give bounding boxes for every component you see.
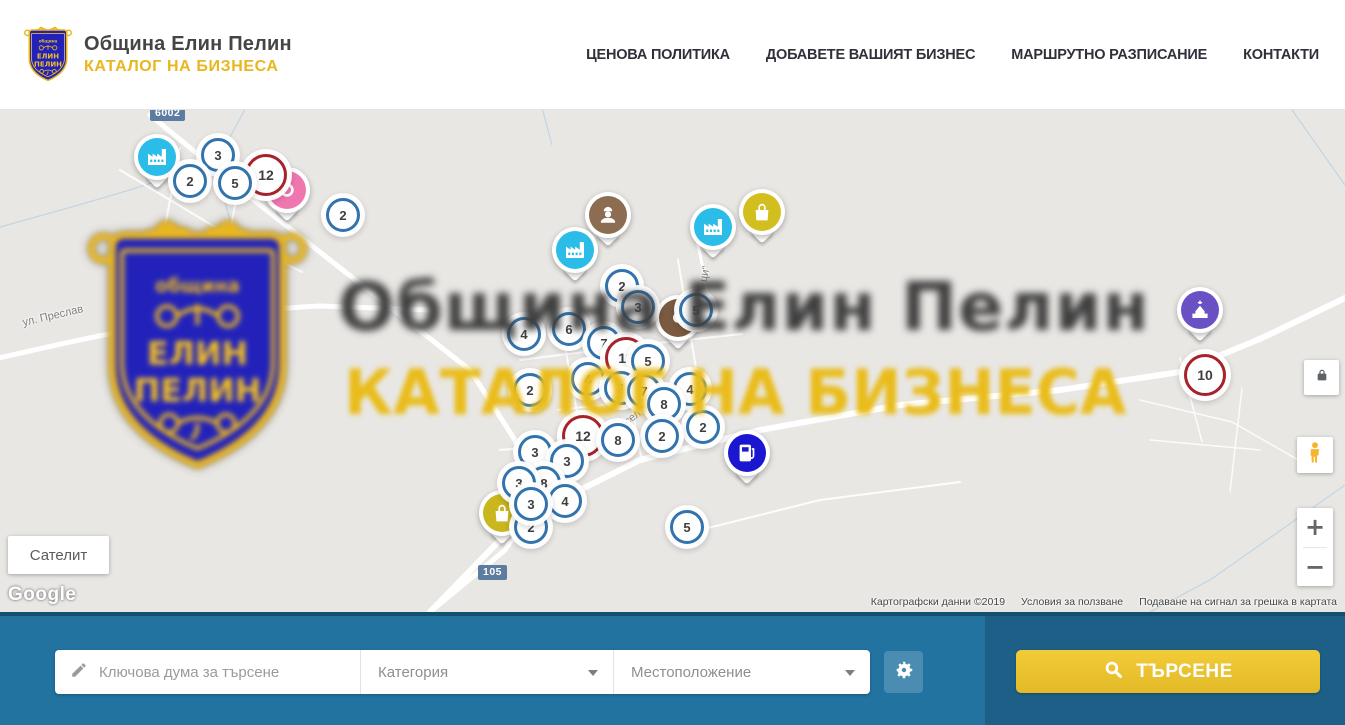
site-title: Община Елин Пелин (84, 33, 292, 56)
search-button[interactable]: ТЪРСЕНЕ (1016, 650, 1320, 693)
church-icon (1181, 291, 1219, 329)
location-dropdown[interactable]: Местоположение (614, 650, 870, 694)
attribution-data: Картографски данни ©2019 (871, 596, 1005, 608)
street-view-pegman-button[interactable] (1297, 437, 1333, 473)
cluster-marker[interactable]: 5 (631, 344, 665, 378)
cluster-marker[interactable]: 4 (507, 317, 541, 351)
svg-text:ЕЛИН: ЕЛИН (37, 52, 59, 60)
nav-pricing[interactable]: ЦЕНОВА ПОЛИТИКА (586, 47, 730, 63)
chevron-down-icon (588, 670, 598, 676)
location-label: Местоположение (631, 664, 751, 681)
chevron-down-icon (845, 670, 855, 676)
factory-icon (694, 208, 732, 246)
factory-pin[interactable] (552, 227, 598, 273)
bag-pin[interactable] (739, 189, 785, 235)
pencil-icon (70, 661, 88, 684)
cluster-marker[interactable]: 8 (601, 423, 635, 457)
page: община ЕЛИН ПЕЛИН Община Елин Пелин КАТА… (0, 0, 1345, 725)
nav-add-business[interactable]: ДОБАВЕТЕ ВАШИЯТ БИЗНЕС (766, 47, 975, 63)
attribution-terms-link[interactable]: Условия за ползване (1021, 596, 1123, 608)
zoom-in-button[interactable]: + (1297, 508, 1333, 547)
cluster-marker[interactable]: 12 (245, 154, 287, 196)
factory-pin[interactable] (134, 134, 180, 180)
zoom-out-button[interactable]: − (1297, 548, 1333, 587)
cluster-marker[interactable]: 2 (645, 419, 679, 453)
nav-contacts[interactable]: КОНТАКТИ (1243, 47, 1319, 63)
cluster-marker[interactable]: 6 (552, 312, 586, 346)
cluster-marker[interactable]: 10 (1184, 354, 1226, 396)
street-name-label: ци“ (698, 265, 713, 283)
header: община ЕЛИН ПЕЛИН Община Елин Пелин КАТА… (0, 0, 1345, 110)
cluster-marker[interactable]: 3 (621, 290, 655, 324)
cluster-marker[interactable]: 4 (571, 362, 605, 396)
category-label: Категория (378, 664, 448, 681)
search-button-label: ТЪРСЕНЕ (1136, 661, 1233, 683)
google-map[interactable]: 6002105ул. Преславбул. „Новоселци“312252… (0, 110, 1345, 612)
pegman-icon (1302, 440, 1328, 471)
category-dropdown[interactable]: Категория (361, 650, 613, 694)
cluster-marker[interactable]: 5 (679, 293, 713, 327)
main-nav: ЦЕНОВА ПОЛИТИКА ДОБАВЕТЕ ВАШИЯТ БИЗНЕС М… (586, 47, 1319, 63)
cluster-marker[interactable]: 2 (326, 198, 360, 232)
cluster-marker[interactable]: 5 (670, 510, 704, 544)
fuel-icon (728, 434, 766, 472)
brand: Община Елин Пелин КАТАЛОГ НА БИЗНЕСА (84, 33, 292, 76)
map-type-control: Карта Сателит (8, 536, 109, 574)
cluster-marker[interactable]: 3 (514, 487, 548, 521)
nav-route-schedule[interactable]: МАРШРУТНО РАЗПИСАНИЕ (1011, 47, 1207, 63)
factory-icon (138, 138, 176, 176)
svg-text:ПЕЛИН: ПЕЛИН (34, 60, 62, 68)
attribution-report-link[interactable]: Подаване на сигнал за грешка в картата (1139, 596, 1337, 608)
svg-text:община: община (39, 38, 58, 43)
map-markers: 6002105ул. Преславбул. „Новоселци“312252… (0, 110, 1345, 612)
map-type-satellite-button[interactable]: Сателит (8, 536, 109, 574)
municipality-logo[interactable]: община ЕЛИН ПЕЛИН (24, 23, 72, 87)
cluster-marker[interactable]: 2 (513, 373, 547, 407)
map-attribution: Картографски данни ©2019 Условия за полз… (871, 596, 1337, 608)
advanced-search-button[interactable] (884, 651, 923, 693)
cluster-marker[interactable]: 8 (647, 387, 681, 421)
zoom-control: + − (1297, 508, 1333, 586)
search-group: Категория Местоположение (55, 650, 870, 694)
fullscreen-lock-button[interactable] (1304, 360, 1339, 395)
fuel-pin[interactable] (724, 430, 770, 476)
keyword-section (55, 650, 360, 694)
gear-icon (893, 659, 915, 686)
keyword-search-input[interactable] (99, 664, 360, 681)
cluster-marker[interactable]: 2 (173, 164, 207, 198)
search-icon (1103, 659, 1124, 685)
church-pin[interactable] (1177, 287, 1223, 333)
site-subtitle: КАТАЛОГ НА БИЗНЕСА (84, 58, 292, 76)
cluster-marker[interactable]: 2 (686, 410, 720, 444)
cluster-marker[interactable]: 4 (548, 484, 582, 518)
factory-icon (556, 231, 594, 269)
factory-pin[interactable] (690, 204, 736, 250)
road-number-badge: 105 (478, 565, 507, 580)
bag-icon (743, 193, 781, 231)
cluster-marker[interactable]: 5 (218, 166, 252, 200)
google-logo: Google (8, 584, 76, 606)
cluster-marker[interactable]: 3 (518, 435, 552, 469)
search-bar: Категория Местоположение ТЪРСЕНЕ (0, 612, 1345, 725)
road-number-badge: 6002 (150, 110, 185, 121)
street-name-label: ул. Преслав (21, 303, 84, 329)
lock-icon (1314, 367, 1330, 388)
